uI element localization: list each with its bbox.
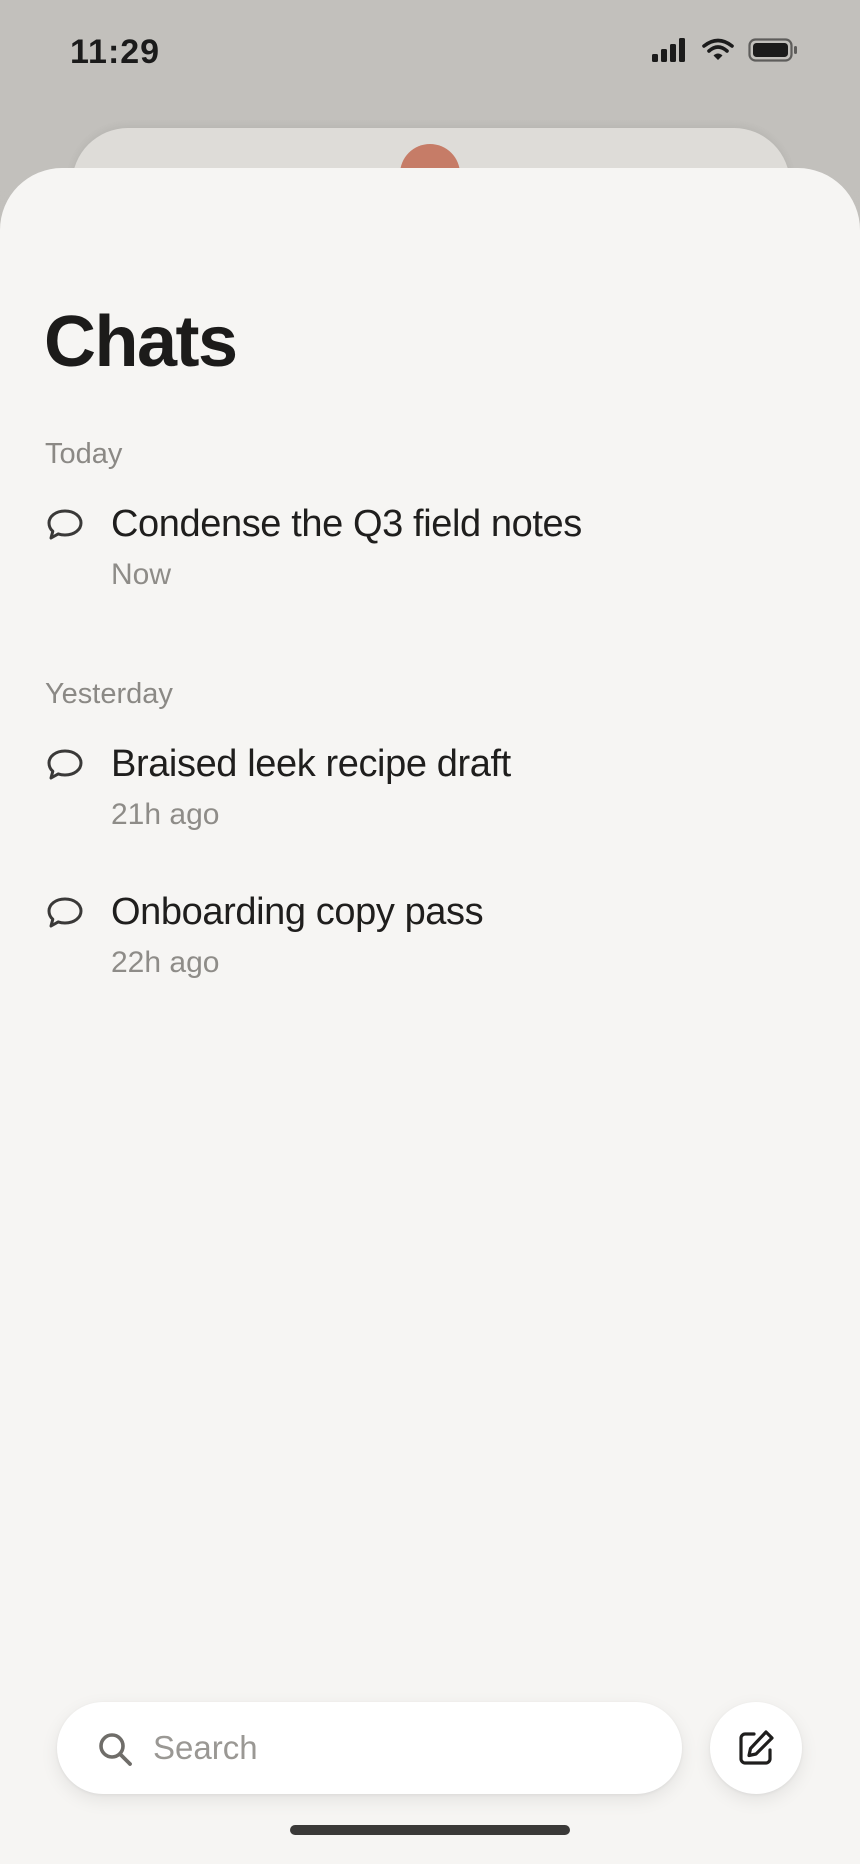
chat-bubble-icon xyxy=(47,897,83,928)
section-label-today: Today xyxy=(45,438,123,470)
chat-title: Condense the Q3 field notes xyxy=(111,503,582,545)
chat-title: Onboarding copy pass xyxy=(111,891,484,933)
chat-timestamp: 22h ago xyxy=(111,946,220,979)
wifi-icon xyxy=(702,38,734,60)
home-indicator xyxy=(290,1825,570,1835)
chat-title: Braised leek recipe draft xyxy=(111,743,511,785)
search-bar[interactable] xyxy=(57,1702,682,1794)
search-input[interactable] xyxy=(153,1724,633,1772)
chat-bubble-icon xyxy=(47,749,83,780)
section-label-yesterday: Yesterday xyxy=(45,678,173,710)
chats-sheet xyxy=(0,168,860,1864)
status-icons xyxy=(652,38,798,62)
chat-item[interactable]: Onboarding copy pass 22h ago xyxy=(44,891,824,1002)
signal-icon xyxy=(652,38,685,62)
chat-timestamp: 21h ago xyxy=(111,798,220,831)
chat-item[interactable]: Condense the Q3 field notes Now xyxy=(44,503,824,614)
chat-item[interactable]: Braised leek recipe draft 21h ago xyxy=(44,743,824,854)
chat-bubble-icon xyxy=(47,509,83,540)
status-bar: 11:29 xyxy=(0,0,860,110)
battery-icon xyxy=(748,38,797,62)
search-icon xyxy=(99,1733,132,1766)
compose-icon xyxy=(739,1730,774,1765)
chat-timestamp: Now xyxy=(111,558,172,591)
page-title: Chats xyxy=(44,302,238,382)
status-time: 11:29 xyxy=(70,33,161,71)
compose-button[interactable] xyxy=(710,1702,802,1794)
